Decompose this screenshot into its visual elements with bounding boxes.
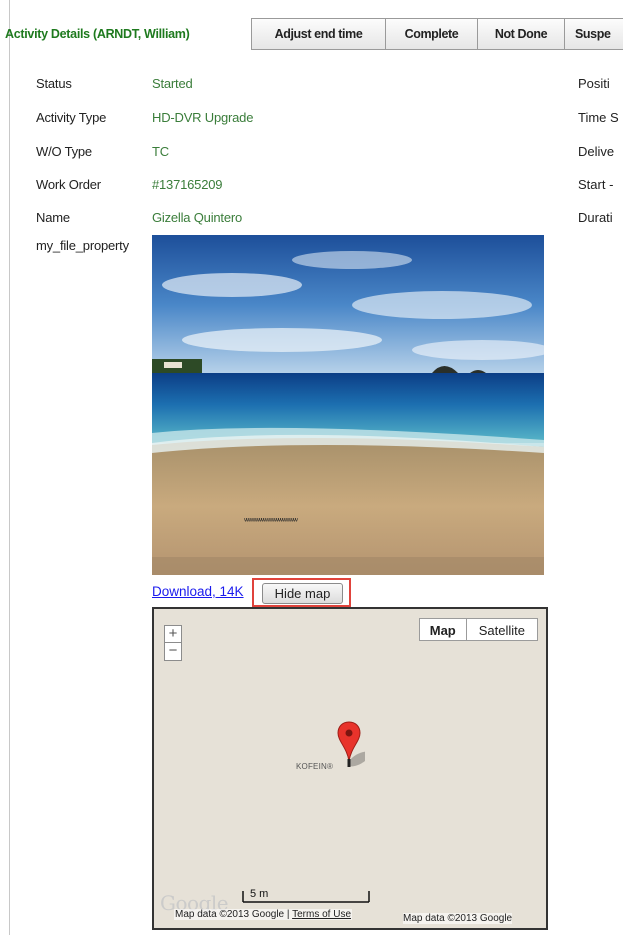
name-label: Name: [36, 210, 70, 225]
zoom-control: + −: [164, 625, 182, 661]
map-attribution-right: Map data ©2013 Google: [403, 913, 513, 924]
work-order-value: #137165209: [152, 177, 223, 192]
map-attribution-text: Map data ©2013 Google: [175, 909, 285, 920]
download-link[interactable]: Download, 14K: [152, 584, 256, 599]
photo-caption: ᵥᵥᵥᵥᵥᵥᵥᵥᵥᵥᵥᵥᵥᵥᵥᵥᵥᵥᵥᵥᵥᵥᵥᵥᵥᵥᵥᵥ: [244, 513, 298, 523]
map-type-map-button[interactable]: Map: [418, 618, 467, 641]
hide-map-button[interactable]: Hide map: [262, 583, 343, 604]
zoom-out-button[interactable]: −: [164, 643, 182, 661]
left-frame-border: [9, 0, 10, 935]
map-scale-label: 5 m: [250, 888, 269, 900]
not-done-button[interactable]: Not Done: [477, 18, 564, 50]
wo-type-label: W/O Type: [36, 144, 92, 159]
wo-type-value: TC: [152, 144, 169, 159]
status-value: Started: [152, 76, 193, 91]
file-property-label: my_file_property: [36, 238, 129, 253]
complete-button[interactable]: Complete: [385, 18, 477, 50]
time-slot-label: Time S: [578, 110, 619, 125]
beach-photo: [152, 235, 544, 575]
pin-label: KOFEIN®: [296, 762, 334, 771]
name-value: Gizella Quintero: [152, 210, 243, 225]
status-label: Status: [36, 76, 72, 91]
delivery-window-label: Delive: [578, 144, 615, 159]
adjust-end-time-button[interactable]: Adjust end time: [251, 18, 385, 50]
google-map[interactable]: + − Map Satellite KOFEIN® Google 5 m Map…: [152, 607, 548, 930]
work-order-label: Work Order: [36, 177, 101, 192]
activity-header: Activity Details (ARNDT, William) Adjust…: [0, 18, 623, 50]
activity-type-label: Activity Type: [36, 110, 107, 125]
map-attribution: Map data ©2013 Google | Terms of Use: [174, 909, 353, 920]
map-type-control: Map Satellite: [418, 618, 538, 641]
position-label: Positi: [578, 76, 610, 91]
terms-of-use-link[interactable]: Terms of Use: [292, 909, 351, 920]
activity-type-value: HD-DVR Upgrade: [152, 110, 254, 125]
duration-label: Durati: [578, 210, 613, 225]
map-pin-icon[interactable]: [337, 721, 365, 777]
start-end-label: Start -: [578, 177, 614, 192]
suspend-button[interactable]: Suspe: [564, 18, 623, 50]
map-type-satellite-button[interactable]: Satellite: [466, 618, 538, 641]
zoom-in-button[interactable]: +: [164, 625, 182, 643]
hide-map-highlight: Hide map: [252, 578, 351, 607]
activity-title: Activity Details (ARNDT, William): [5, 27, 190, 41]
